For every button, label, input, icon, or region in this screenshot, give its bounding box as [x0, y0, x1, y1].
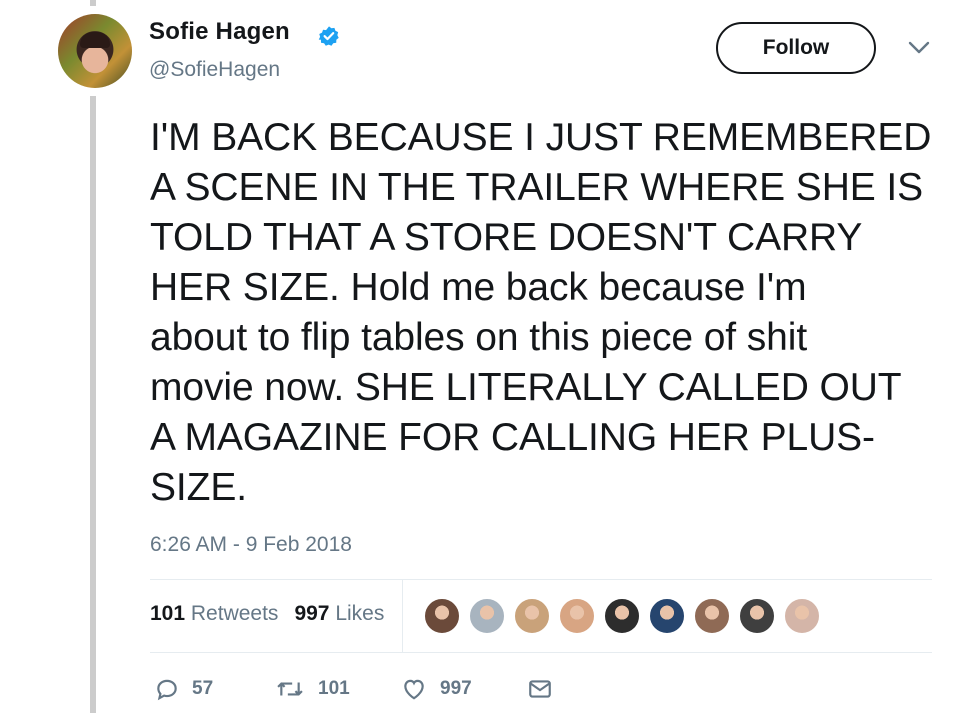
retweets-label: Retweets	[190, 602, 279, 625]
follow-button[interactable]: Follow	[716, 22, 876, 74]
author-handle[interactable]: @SofieHagen	[149, 58, 280, 82]
direct-message-action[interactable]	[526, 676, 566, 702]
retweets-stat[interactable]: 101 Retweets	[150, 602, 278, 625]
tweet-text: I'M BACK BECAUSE I JUST REMEMBERED A SCE…	[150, 116, 932, 509]
stats-separator	[402, 580, 403, 652]
reply-icon	[157, 679, 177, 701]
divider-top	[150, 579, 932, 580]
reply-count: 57	[192, 678, 214, 699]
like-action[interactable]: 997	[400, 676, 472, 702]
likes-stat[interactable]: 997 Likes	[294, 602, 384, 625]
like-count: 997	[440, 678, 472, 699]
liker-avatar-2[interactable]	[468, 597, 506, 635]
liker-avatar-1[interactable]	[423, 597, 461, 635]
like-icon	[404, 679, 424, 700]
liker-avatar-6[interactable]	[648, 597, 686, 635]
retweet-count: 101	[318, 678, 350, 699]
liker-avatar-4[interactable]	[558, 597, 596, 635]
chevron-down-icon[interactable]	[908, 40, 930, 56]
thread-line	[90, 96, 96, 713]
retweet-icon	[277, 682, 303, 696]
liker-avatar-3[interactable]	[513, 597, 551, 635]
retweet-action[interactable]: 101	[274, 676, 350, 702]
verified-badge-icon	[318, 26, 339, 46]
thread-line-top	[90, 0, 96, 6]
engagement-stats: 101 Retweets 997 Likes	[150, 602, 384, 626]
liker-avatar-8[interactable]	[738, 597, 776, 635]
retweets-count: 101	[150, 602, 186, 625]
liker-avatar-7[interactable]	[693, 597, 731, 635]
tweet-timestamp[interactable]: 6:26 AM - 9 Feb 2018	[150, 533, 352, 557]
author-name[interactable]: Sofie Hagen	[149, 18, 290, 46]
likes-label: Likes	[335, 602, 385, 625]
liker-avatar-9[interactable]	[783, 597, 821, 635]
liker-avatars	[423, 597, 828, 635]
direct-message-icon	[529, 680, 551, 698]
liker-avatar-5[interactable]	[603, 597, 641, 635]
author-avatar[interactable]	[58, 14, 132, 88]
likes-count: 997	[294, 602, 330, 625]
divider-bottom	[150, 652, 932, 653]
reply-action[interactable]: 57	[154, 676, 213, 702]
